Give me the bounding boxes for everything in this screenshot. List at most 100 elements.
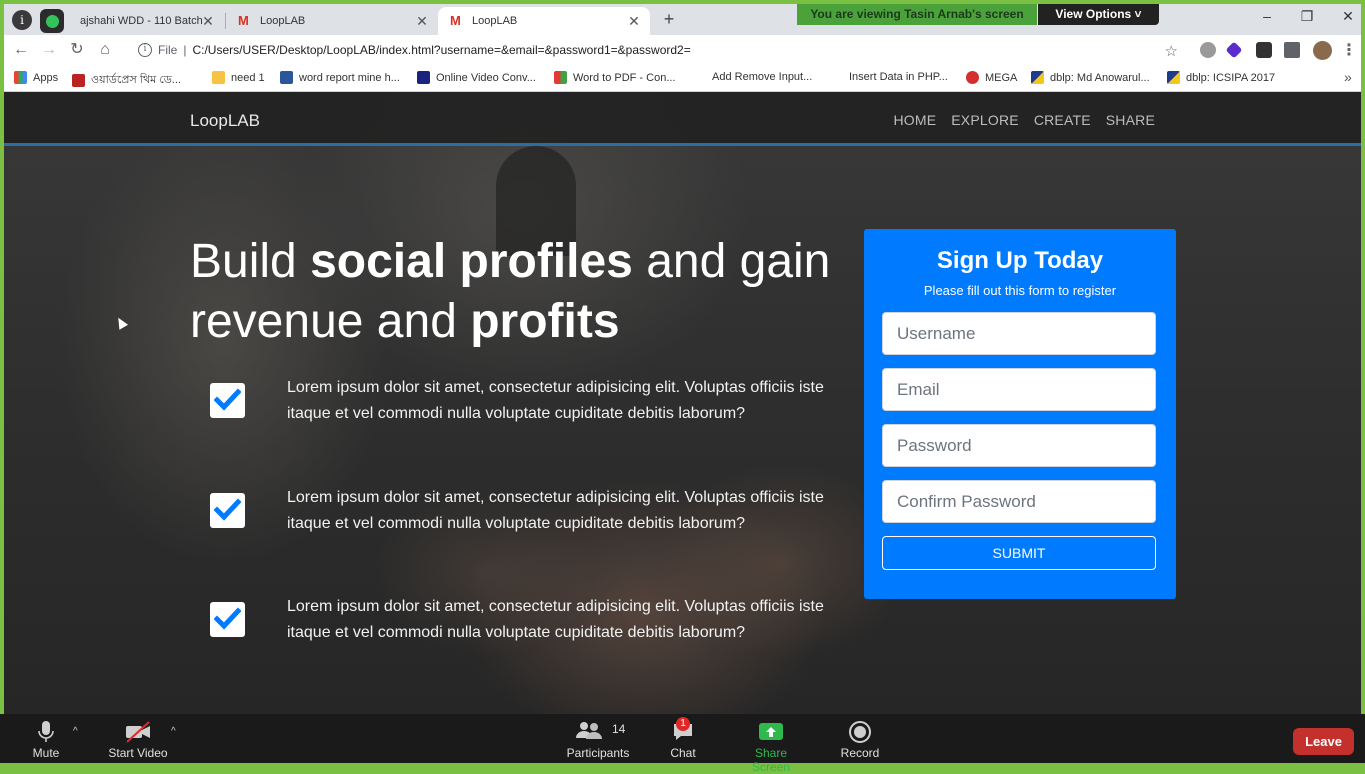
browser-tab[interactable]: ajshahi WDD - 110 Batch ✕ <box>68 7 224 35</box>
view-options-button[interactable]: View Options ˅ <box>1038 4 1159 25</box>
zoom-meeting-toolbar: Mute ^ Start Video ^ 14 Participants 1 C… <box>0 714 1365 774</box>
signup-subtitle: Please fill out this form to register <box>923 283 1117 298</box>
signup-form: Sign Up Today Please fill out this form … <box>864 229 1176 599</box>
url-text: C:/Users/USER/Desktop/LoopLAB/index.html… <box>192 43 691 57</box>
bookmark-item[interactable]: MEGA <box>966 71 1017 84</box>
bookmark-label: word report mine h... <box>299 71 400 84</box>
feature-text: Lorem ipsum dolor sit amet, consectetur … <box>287 598 824 641</box>
mute-button[interactable]: Mute <box>26 720 66 760</box>
feature-text: Lorem ipsum dolor sit amet, consectetur … <box>287 489 824 532</box>
extension-icon[interactable] <box>1225 41 1243 59</box>
site-brand[interactable]: LoopLAB <box>190 111 260 131</box>
feature-text: Lorem ipsum dolor sit amet, consectetur … <box>287 379 824 422</box>
folder-icon <box>212 71 225 84</box>
share-screen-icon <box>735 720 807 744</box>
restore-icon[interactable]: ❐ <box>1299 8 1315 25</box>
start-video-label: Start Video <box>108 746 168 760</box>
start-video-button[interactable]: Start Video <box>104 720 172 760</box>
info-icon[interactable]: i <box>12 10 32 30</box>
menu-icon[interactable]: ⋮ <box>1341 40 1357 60</box>
tab-title: ajshahi WDD - 110 Batch <box>80 15 202 27</box>
browser-tab[interactable]: M LoopLAB ✕ <box>226 7 438 35</box>
gmail-icon: M <box>238 13 249 28</box>
browser-tab-active[interactable]: M LoopLAB ✕ <box>438 7 650 35</box>
bookmark-item[interactable]: ওয়ার্ডপ্রেস থিম ডে... <box>72 71 181 90</box>
bookmark-item[interactable]: Online Video Conv... <box>417 71 536 84</box>
bookmark-label: ওয়ার্ডপ্রেস থিম ডে... <box>91 74 181 86</box>
reload-icon[interactable]: ↻ <box>68 41 86 59</box>
browser-toolbar: ← → ↻ ⌂ i File | C:/Users/USER/Desktop/L… <box>4 35 1361 65</box>
dblp-icon <box>1031 71 1044 84</box>
close-window-icon[interactable]: ✕ <box>1340 8 1356 25</box>
confirm-password-input[interactable] <box>882 480 1156 523</box>
video-converter-icon <box>417 71 430 84</box>
submit-button[interactable]: SUBMIT <box>882 536 1156 570</box>
mouse-cursor-icon <box>113 315 129 330</box>
video-off-icon <box>104 720 172 744</box>
bookmark-label: Word to PDF - Con... <box>573 71 676 84</box>
minimize-icon[interactable]: – <box>1259 8 1275 24</box>
site-navbar: LoopLAB HOME EXPLORE CREATE SHARE <box>4 92 1361 146</box>
nav-link-share[interactable]: SHARE <box>1106 112 1155 128</box>
bookmarks-bar: Apps ওয়ার্ডপ্রেস থিম ডে... need 1 word … <box>4 65 1361 92</box>
share-screen-label: Share Screen <box>751 746 791 774</box>
screen-share-banner: You are viewing Tasin Arnab's screen <box>797 4 1037 25</box>
camera-extension-icon[interactable] <box>1200 42 1216 58</box>
bookmark-label: need 1 <box>231 71 265 84</box>
close-tab-icon[interactable]: ✕ <box>202 13 214 30</box>
back-icon[interactable]: ← <box>12 41 30 59</box>
record-label: Record <box>840 746 880 760</box>
site-favicon <box>72 74 85 87</box>
bookmark-star-icon[interactable]: ☆ <box>1165 42 1178 60</box>
share-screen-button[interactable]: Share Screen <box>735 720 807 774</box>
site-info-icon[interactable]: i <box>138 43 152 57</box>
bookmark-item[interactable]: Add Remove Input... <box>712 71 812 83</box>
participants-label: Participants <box>566 746 630 760</box>
username-input[interactable] <box>882 312 1156 355</box>
leave-button[interactable]: Leave <box>1293 728 1354 755</box>
more-bookmarks-icon[interactable]: » <box>1344 69 1352 85</box>
shield-icon[interactable] <box>40 9 64 33</box>
video-options-icon[interactable]: ^ <box>171 726 176 737</box>
forward-icon[interactable]: → <box>40 41 58 59</box>
password-input[interactable] <box>882 424 1156 467</box>
participants-button[interactable]: 14 Participants <box>562 720 634 760</box>
record-button[interactable]: Record <box>838 720 882 760</box>
site-nav-links: HOME EXPLORE CREATE SHARE <box>893 112 1155 128</box>
mega-icon <box>966 71 979 84</box>
bookmark-item[interactable]: word report mine h... <box>280 71 400 84</box>
close-tab-icon[interactable]: ✕ <box>416 13 428 30</box>
home-icon[interactable]: ⌂ <box>96 41 114 59</box>
puzzle-icon[interactable] <box>1284 42 1300 58</box>
profile-avatar[interactable] <box>1313 41 1332 60</box>
bookmark-label: Apps <box>33 71 59 84</box>
close-tab-icon[interactable]: ✕ <box>628 13 640 30</box>
chat-icon: 1 <box>664 717 702 744</box>
address-bar[interactable]: i File | C:/Users/USER/Desktop/LoopLAB/i… <box>130 38 1188 62</box>
tab-title: LoopLAB <box>472 15 518 27</box>
bookmark-item[interactable]: Word to PDF - Con... <box>554 71 676 84</box>
microphone-icon <box>26 720 66 744</box>
bookmark-item[interactable]: need 1 <box>212 71 265 84</box>
web-page: LoopLAB HOME EXPLORE CREATE SHARE Build … <box>4 92 1361 718</box>
nav-link-home[interactable]: HOME <box>893 112 936 128</box>
nav-link-explore[interactable]: EXPLORE <box>951 112 1019 128</box>
chat-button[interactable]: 1 Chat <box>664 717 702 760</box>
bookmark-label: Insert Data in PHP... <box>849 71 948 83</box>
bookmark-item[interactable]: Apps <box>14 71 58 84</box>
nav-link-create[interactable]: CREATE <box>1034 112 1091 128</box>
email-input[interactable] <box>882 368 1156 411</box>
new-tab-icon[interactable]: + <box>660 9 678 30</box>
bookmark-label: Online Video Conv... <box>436 71 536 84</box>
cube-extension-icon[interactable] <box>1256 42 1272 58</box>
record-icon <box>838 720 882 744</box>
bookmark-item[interactable]: dblp: Md Anowarul... <box>1031 71 1150 84</box>
apps-grid-icon <box>14 71 27 84</box>
bookmark-item[interactable]: Insert Data in PHP... <box>849 71 948 83</box>
bookmark-label: MEGA <box>985 71 1018 84</box>
mute-label: Mute <box>32 746 60 760</box>
audio-options-icon[interactable]: ^ <box>73 726 78 737</box>
screen-share-frame: i ajshahi WDD - 110 Batch ✕ M LoopLAB ✕ … <box>0 0 1365 763</box>
bookmark-item[interactable]: dblp: ICSIPA 2017 <box>1167 71 1275 84</box>
checkmark-icon <box>210 602 245 637</box>
